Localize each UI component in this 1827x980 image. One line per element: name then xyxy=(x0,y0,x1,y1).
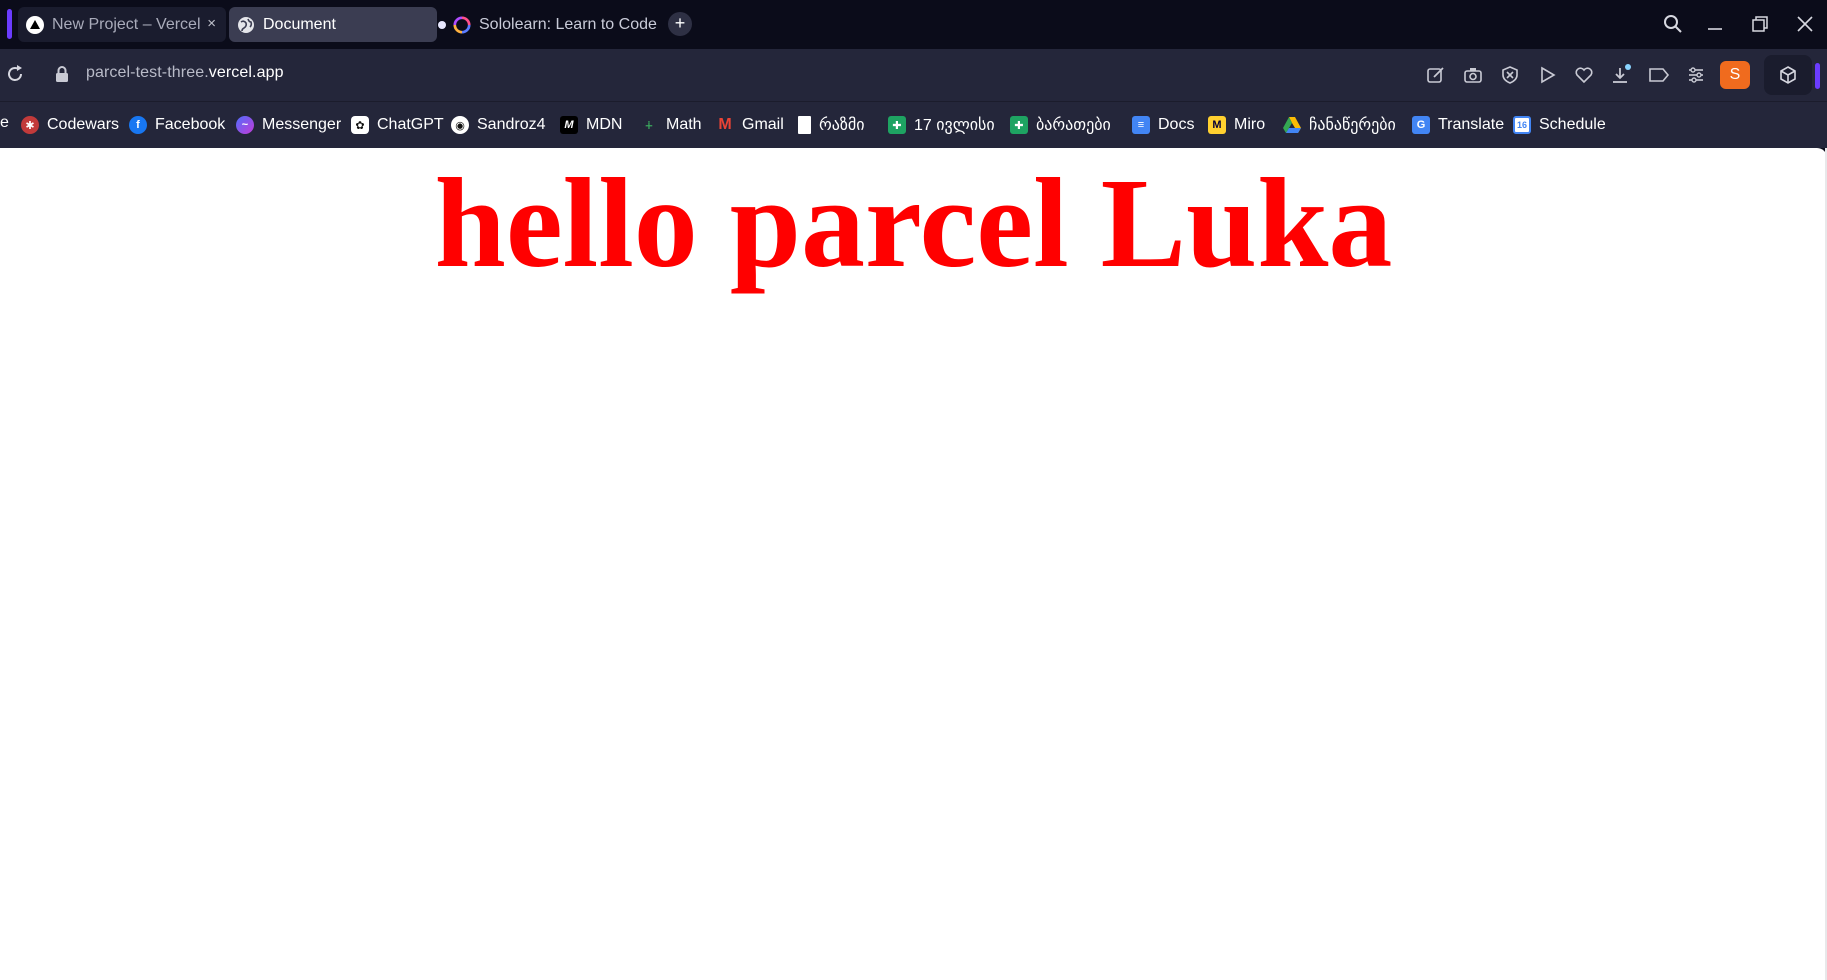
translate-icon: G xyxy=(1412,116,1430,134)
bookmark-label: Sandroz4 xyxy=(477,116,546,133)
bookmark-gmail[interactable]: M Gmail xyxy=(716,114,784,136)
bookmark-label: რაზმი xyxy=(819,117,865,134)
bookmark-truncated[interactable]: e xyxy=(0,114,9,132)
mdn-icon: M xyxy=(560,116,578,134)
bookmark-docs[interactable]: ≡ Docs xyxy=(1132,114,1194,136)
extensions-button[interactable] xyxy=(1764,55,1812,95)
sidebar-accent xyxy=(7,9,12,39)
bookmark-chatgpt[interactable]: ✿ ChatGPT xyxy=(351,114,444,136)
bookmark-label: Facebook xyxy=(155,116,226,133)
bookmark-facebook[interactable]: f Facebook xyxy=(129,114,225,136)
bookmark-label: Messenger xyxy=(262,116,342,133)
minimize-icon[interactable] xyxy=(1700,10,1730,38)
bookmark-messenger[interactable]: ~ Messenger xyxy=(236,114,341,136)
page-viewport: hello parcel Luka xyxy=(0,148,1827,980)
camera-icon[interactable] xyxy=(1461,63,1485,87)
page-heading: hello parcel Luka xyxy=(434,152,1393,294)
new-tab-button[interactable]: + xyxy=(668,12,692,36)
url-field[interactable]: parcel-test-three.vercel.app xyxy=(86,64,284,82)
close-icon[interactable] xyxy=(1790,10,1820,38)
heart-icon[interactable] xyxy=(1572,63,1596,87)
document-icon xyxy=(798,116,811,134)
tab-sololearn[interactable]: Sololearn: Learn to Code xyxy=(445,7,660,42)
sheets-icon: ✚ xyxy=(888,116,906,134)
sidebar-accent-right xyxy=(1815,63,1820,89)
bookmarks-bar: e ✱ Codewars f Facebook ~ Messenger ✿ Ch… xyxy=(0,101,1827,148)
tab-document[interactable]: Document xyxy=(229,7,437,42)
github-icon: ◉ xyxy=(451,116,469,134)
codewars-icon: ✱ xyxy=(21,116,39,134)
chatgpt-icon: ✿ xyxy=(351,116,369,134)
tab-label: Document xyxy=(263,15,336,33)
bookmark-label: Math xyxy=(666,116,702,133)
drive-icon xyxy=(1283,116,1301,134)
bookmark-label: Codewars xyxy=(47,116,120,133)
tab-new-project-vercel[interactable]: New Project – Vercel × xyxy=(18,7,226,42)
tag-icon[interactable] xyxy=(1647,63,1671,87)
lock-icon[interactable] xyxy=(54,65,74,85)
tab-label: Sololearn: Learn to Code xyxy=(479,15,657,33)
sheets-icon: ✚ xyxy=(1010,116,1028,134)
bookmark-label: ChatGPT xyxy=(377,116,444,133)
url-prefix: parcel-test-three. xyxy=(86,64,209,81)
bookmark-label: Docs xyxy=(1158,116,1195,133)
edit-page-icon[interactable] xyxy=(1424,63,1448,87)
search-icon[interactable] xyxy=(1658,10,1688,38)
download-icon[interactable] xyxy=(1609,63,1633,87)
docs-icon: ≡ xyxy=(1132,116,1150,134)
bookmark-translate[interactable]: G Translate xyxy=(1412,114,1504,136)
bookmark-label: 17 ივლისი xyxy=(914,117,995,134)
math-icon: ∔ xyxy=(645,119,653,132)
tab-label: New Project – Vercel xyxy=(52,15,201,33)
bookmark-codewars[interactable]: ✱ Codewars xyxy=(21,114,119,136)
easy-setup-icon[interactable] xyxy=(1684,63,1708,87)
address-toolbar: parcel-test-three.vercel.app S xyxy=(0,49,1827,101)
bookmark-label: Translate xyxy=(1438,116,1505,133)
miro-icon: M xyxy=(1208,116,1226,134)
bookmark-label: ჩანაწერები xyxy=(1309,117,1396,134)
bookmark-mdn[interactable]: M MDN xyxy=(560,114,622,136)
bookmark-label: ბარათები xyxy=(1036,117,1111,134)
restore-icon[interactable] xyxy=(1745,10,1775,38)
tab-strip: New Project – Vercel × Document Sololear… xyxy=(0,0,1827,49)
bookmark-17-ivlisi[interactable]: ✚ 17 ივლისი xyxy=(888,114,995,136)
bookmark-label: Miro xyxy=(1234,116,1266,133)
bookmark-baratebi[interactable]: ✚ ბარათები xyxy=(1010,114,1111,136)
facebook-icon: f xyxy=(129,116,147,134)
bookmark-schedule[interactable]: 16 Schedule xyxy=(1513,114,1606,136)
bookmark-razmi[interactable]: რაზმი xyxy=(798,114,865,136)
bookmark-label: MDN xyxy=(586,116,623,133)
vercel-triangle-icon xyxy=(26,15,44,34)
bookmark-math[interactable]: ∔ Math xyxy=(640,114,702,136)
bookmark-chanatserebi[interactable]: ჩანაწერები xyxy=(1283,114,1396,136)
reload-icon[interactable] xyxy=(4,63,28,87)
cube-icon xyxy=(1776,63,1800,87)
gmail-icon: M xyxy=(718,116,732,133)
profile-avatar[interactable]: S xyxy=(1720,61,1750,89)
url-host: vercel.app xyxy=(208,64,284,81)
bookmark-miro[interactable]: M Miro xyxy=(1208,114,1265,136)
play-icon[interactable] xyxy=(1535,63,1559,87)
bookmark-sandroz4[interactable]: ◉ Sandroz4 xyxy=(451,114,546,136)
messenger-icon: ~ xyxy=(236,116,254,134)
shield-icon[interactable] xyxy=(1498,63,1522,87)
globe-icon xyxy=(237,16,255,34)
tab-close-icon[interactable]: × xyxy=(207,15,216,32)
sololearn-icon xyxy=(453,15,471,34)
calendar-icon: 16 xyxy=(1513,116,1531,134)
bookmark-label: Gmail xyxy=(742,116,784,133)
bookmark-label: Schedule xyxy=(1539,116,1606,133)
